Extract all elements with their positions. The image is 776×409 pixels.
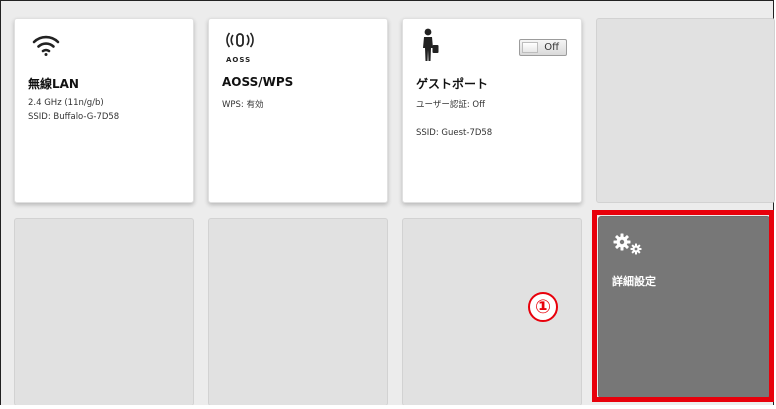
toggle-knob (522, 42, 538, 53)
tile-aoss-wps[interactable]: AOSS AOSS/WPS WPS: 有効 (208, 18, 388, 203)
guest-auth-text: ユーザー認証: Off (416, 100, 485, 110)
aoss-icon-label: AOSS (226, 56, 252, 64)
callout-number: ① (528, 292, 558, 322)
tile-title: 無線LAN (28, 77, 79, 91)
guest-ssid-text: SSID: Guest-7D58 (416, 128, 493, 138)
wps-status-text: WPS: 有効 (222, 100, 264, 110)
guest-person-icon (420, 28, 440, 66)
tile-title: ゲストポート (416, 77, 489, 91)
tile-wireless-lan[interactable]: 無線LAN 2.4 GHz (11n/g/b) SSID: Buffalo-G-… (14, 18, 194, 203)
empty-tile (208, 218, 388, 406)
tile-guest-port[interactable]: Off ゲストポート ユーザー認証: Off SSID: Guest-7D58 (402, 18, 582, 203)
empty-tile (596, 18, 775, 203)
bottom-edge (0, 405, 776, 409)
wifi-ssid-text: SSID: Buffalo-G-7D58 (28, 112, 120, 122)
tile-title: AOSS/WPS (222, 75, 294, 89)
toggle-label: Off (544, 42, 559, 53)
empty-tile (14, 218, 194, 406)
guest-port-toggle[interactable]: Off (519, 39, 567, 56)
wifi-icon (32, 33, 60, 61)
highlight-box (592, 210, 774, 402)
wifi-band-text: 2.4 GHz (11n/g/b) (28, 98, 104, 108)
